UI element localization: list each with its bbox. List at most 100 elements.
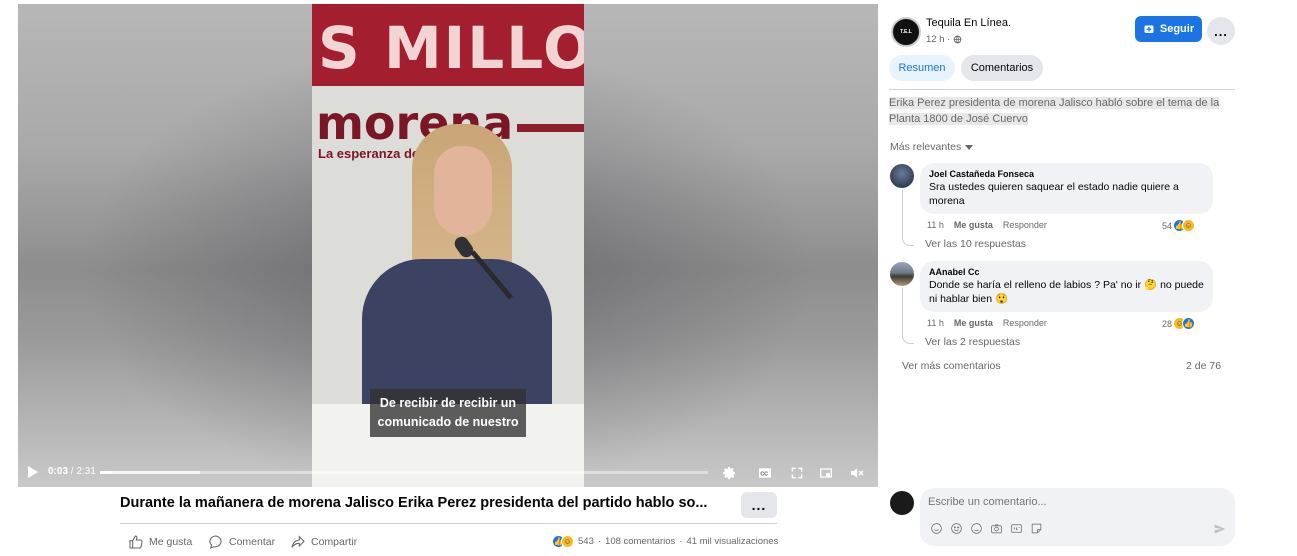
- comment-button[interactable]: Comentar: [208, 533, 275, 551]
- current-user-avatar[interactable]: [890, 491, 914, 515]
- picture-in-picture-icon[interactable]: [815, 462, 837, 484]
- comment-meta: 11 h Me gusta Responder: [927, 318, 1047, 328]
- thread-curve: [902, 334, 914, 344]
- video-player[interactable]: S MILLO morena La esperanza de De recibi…: [18, 4, 878, 487]
- smiley-icon[interactable]: [970, 522, 983, 535]
- tab-resumen[interactable]: Resumen: [889, 55, 955, 81]
- tab-comentarios[interactable]: Comentarios: [961, 55, 1043, 81]
- comment-reaction-count: 28: [1162, 318, 1173, 329]
- gif-icon[interactable]: [1010, 522, 1023, 535]
- avatar-sticker-icon[interactable]: [930, 522, 943, 535]
- comment-text: Sra ustedes quieren saquear el estado na…: [929, 181, 1179, 207]
- thread-line: [902, 288, 903, 334]
- thumbs-up-icon: [129, 535, 143, 549]
- banner-text: S MILLO: [318, 14, 584, 82]
- view-replies-link[interactable]: Ver las 10 respuestas: [925, 238, 1026, 250]
- sort-label: Más relevantes: [890, 141, 962, 153]
- post-description-text: Erika Perez presidenta de morena Jalisco…: [889, 97, 1220, 125]
- post-stats: 👍 ☺ 543 · 108 comentarios · 41 mil visua…: [552, 535, 778, 548]
- comment-like-button[interactable]: Me gusta: [954, 220, 993, 230]
- comments-panel: T.E.L Tequila En Línea. 12 h · Seguir ..…: [880, 0, 1297, 556]
- commenter-avatar[interactable]: [890, 262, 914, 286]
- panel-divider: [889, 89, 1235, 90]
- share-arrow-icon: [291, 535, 305, 548]
- like-button[interactable]: Me gusta: [128, 533, 192, 551]
- progress-bar[interactable]: [100, 471, 708, 474]
- globe-icon: [953, 35, 962, 44]
- follow-button[interactable]: Seguir: [1135, 16, 1202, 42]
- post-title[interactable]: Durante la mañanera de morena Jalisco Er…: [120, 495, 730, 511]
- comment-author[interactable]: Joel Castañeda Fonseca: [929, 169, 1204, 179]
- post-more-options-button[interactable]: ...: [741, 492, 777, 518]
- settings-gear-icon[interactable]: [718, 462, 740, 484]
- comment-bubble-icon: [209, 535, 222, 549]
- camera-icon[interactable]: [990, 522, 1003, 535]
- follow-label: Seguir: [1159, 23, 1195, 35]
- comment-reply-button[interactable]: Responder: [1003, 318, 1047, 328]
- comment-input[interactable]: [928, 496, 1218, 508]
- stats-separator: ·: [679, 536, 683, 547]
- thread-curve: [902, 236, 914, 246]
- comment-text-part: Donde se haría el relleno de labios ? Pa…: [929, 279, 1142, 291]
- page-avatar-text: T.E.L: [900, 29, 912, 35]
- comment-time[interactable]: 11 h: [927, 318, 944, 328]
- comment-author[interactable]: AAnabel Cc: [929, 267, 1204, 277]
- post-time-text[interactable]: 12 h ·: [926, 34, 950, 45]
- view-more-comments-link[interactable]: Ver más comentarios: [902, 360, 1001, 372]
- comment-sort-dropdown[interactable]: Más relevantes: [890, 141, 974, 153]
- reaction-count[interactable]: 543: [578, 536, 594, 547]
- video-subtitles: De recibir de recibir un comunicado de n…: [370, 389, 526, 437]
- view-replies-link[interactable]: Ver las 2 respuestas: [925, 336, 1020, 348]
- comment-composer[interactable]: [920, 488, 1235, 546]
- like-label: Me gusta: [149, 536, 193, 548]
- play-icon[interactable]: [28, 466, 38, 478]
- sticker-icon[interactable]: [1030, 522, 1043, 535]
- comment-reactions[interactable]: 28 ☺ 👍: [1162, 317, 1196, 330]
- comment-label: Comentar: [229, 536, 276, 548]
- party-tagline: La esperanza de: [318, 146, 420, 161]
- comment-count[interactable]: 108 comentarios: [605, 536, 675, 547]
- like-reaction-icon: 👍: [1182, 317, 1196, 330]
- panel-more-options-button[interactable]: ...: [1207, 17, 1235, 45]
- commenter-avatar[interactable]: [890, 164, 914, 188]
- stats-separator: ·: [597, 536, 602, 547]
- share-button[interactable]: Compartir: [290, 533, 357, 551]
- volume-muted-icon[interactable]: [846, 462, 868, 484]
- logo-bar: [517, 124, 584, 132]
- comment-meta: 11 h Me gusta Responder: [927, 220, 1047, 230]
- astonished-emoji-icon: 😲: [994, 293, 1009, 305]
- reaction-icons[interactable]: 👍 ☺: [552, 535, 574, 548]
- backdrop-banner: S MILLO: [312, 4, 584, 86]
- follow-plus-icon: [1144, 25, 1154, 33]
- fullscreen-expand-icon[interactable]: [786, 462, 808, 484]
- subtitle-line-2: comunicado de nuestro: [377, 415, 519, 429]
- speaker-face: [434, 146, 492, 236]
- divider: [120, 523, 777, 524]
- comment-reactions[interactable]: 54 👍 ☺: [1162, 219, 1196, 232]
- video-time: 0:03 / 2:31: [48, 466, 96, 477]
- post-description: Erika Perez presidenta de morena Jalisco…: [889, 96, 1235, 127]
- comment-bubble: AAnabel Cc Donde se haría el relleno de …: [920, 261, 1213, 312]
- comment-reply-button[interactable]: Responder: [1003, 220, 1047, 230]
- comment-time[interactable]: 11 h: [927, 220, 944, 230]
- haha-reaction-icon: ☺: [1182, 219, 1196, 232]
- duration: 2:31: [76, 466, 96, 477]
- comment-like-button[interactable]: Me gusta: [954, 318, 993, 328]
- view-count: 41 mil visualizaciones: [686, 536, 779, 547]
- page-avatar[interactable]: T.E.L: [891, 17, 921, 47]
- composer-toolbar: [930, 522, 1043, 535]
- svg-text:CC: CC: [760, 471, 768, 477]
- post-timestamp: 12 h ·: [926, 34, 962, 45]
- current-time: 0:03: [48, 466, 69, 477]
- comment-text: Donde se haría el relleno de labios ? Pa…: [929, 278, 1204, 306]
- subtitle-line-1: De recibir de recibir un: [379, 396, 517, 410]
- comments-shown-count: 2 de 76: [1186, 360, 1222, 372]
- closed-captions-icon[interactable]: CC: [754, 462, 776, 484]
- send-icon[interactable]: [1213, 522, 1227, 536]
- emoji-icon[interactable]: [950, 522, 963, 535]
- haha-reaction-icon: ☺: [561, 535, 574, 548]
- page-name[interactable]: Tequila En Línea.: [926, 17, 1011, 29]
- share-label: Compartir: [311, 536, 358, 548]
- comment-reaction-count: 54: [1162, 220, 1173, 231]
- speaker-body: [362, 259, 552, 409]
